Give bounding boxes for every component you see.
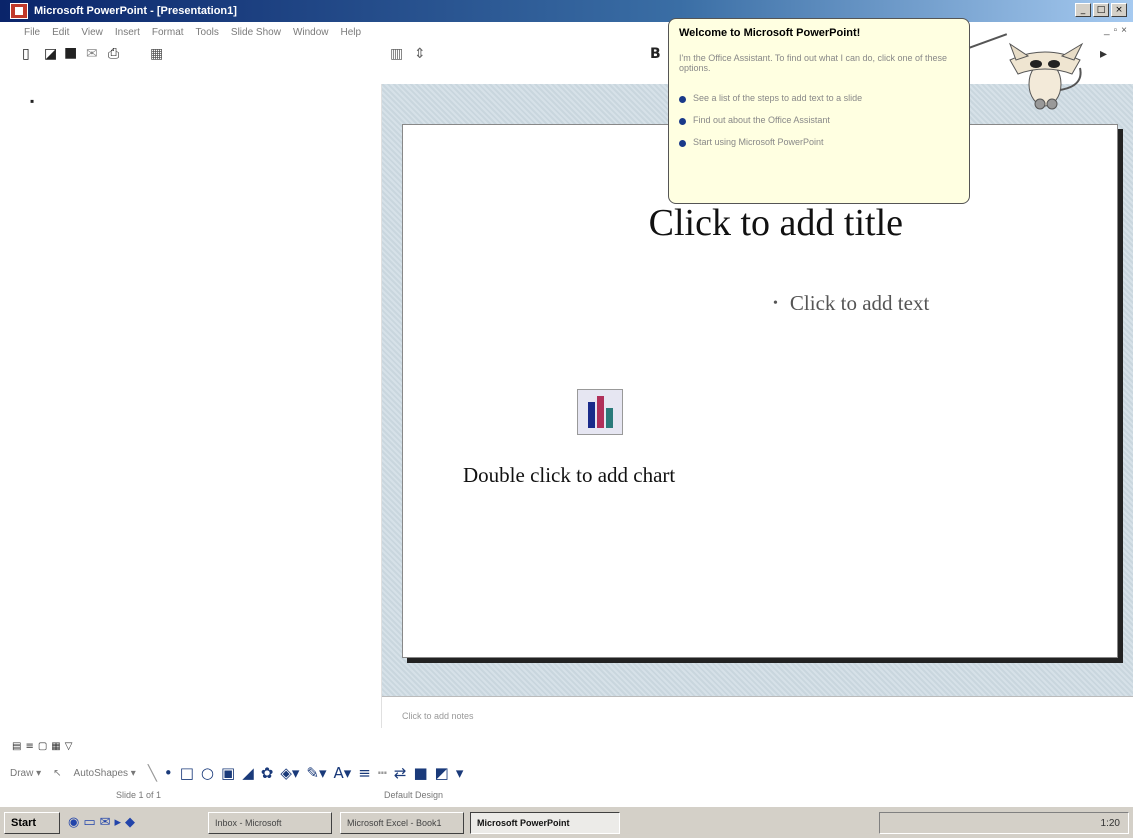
line-tool-icon[interactable]: ╲ (148, 764, 157, 782)
outline-pane[interactable]: ▪ (0, 84, 382, 728)
more-buttons-icon[interactable]: ▾ (456, 764, 464, 782)
slide-view-icon[interactable]: ▢ (38, 741, 47, 752)
assistant-options: See a list of the steps to add text to a… (679, 93, 961, 159)
menu-help[interactable]: Help (341, 27, 362, 38)
chart-bar-blue (588, 402, 595, 428)
document-window-controls: _ ▫ × (1104, 25, 1127, 36)
new-document-icon[interactable]: ▯ (22, 46, 30, 62)
status-bar: Slide 1 of 1 Default Design (0, 786, 1133, 806)
menu-tools[interactable]: Tools (196, 27, 219, 38)
menu-view[interactable]: View (81, 27, 103, 38)
document-minimize-button[interactable]: _ (1104, 25, 1110, 36)
shadow-icon[interactable]: ■ (413, 764, 427, 782)
title-placeholder[interactable]: Click to add title (403, 201, 1117, 245)
zoom-icon[interactable]: ⇕ (414, 46, 426, 62)
taskbar-button-excel-label: Microsoft Excel - Book1 (347, 818, 442, 828)
rectangle-tool-icon[interactable]: □ (180, 764, 194, 782)
assistant-title: Welcome to Microsoft PowerPoint! (679, 27, 861, 39)
normal-view-icon[interactable]: ▤ (12, 741, 21, 752)
taskbar-button-powerpoint[interactable]: Microsoft PowerPoint (470, 812, 620, 834)
oval-tool-icon[interactable]: ○ (201, 764, 214, 782)
taskbar: Start ◉▭✉▸◆ Inbox - Microsoft Microsoft … (0, 806, 1133, 838)
office-assistant-cat-icon[interactable] (1000, 40, 1090, 114)
design-name: Default Design (384, 790, 444, 800)
slide-canvas[interactable]: Click to add title • Click to add text Do… (402, 124, 1118, 658)
chart-placeholder-label[interactable]: Double click to add chart (463, 463, 675, 488)
taskbar-button-excel[interactable]: Microsoft Excel - Book1 (340, 812, 464, 834)
textbox-tool-icon[interactable]: ▣ (221, 764, 235, 782)
menu-insert[interactable]: Insert (115, 27, 140, 38)
menu-file[interactable]: File (24, 27, 40, 38)
close-button[interactable]: × (1111, 3, 1127, 17)
assistant-option[interactable]: Start using Microsoft PowerPoint (679, 137, 961, 147)
insert-table-icon[interactable]: ▥ (390, 46, 403, 62)
bullet-marker: • (773, 296, 778, 311)
text-placeholder-label: Click to add text (789, 291, 930, 315)
start-button[interactable]: Start (4, 812, 60, 834)
print-icon[interactable]: ⎙ (108, 46, 119, 62)
taskbar-button-powerpoint-label: Microsoft PowerPoint (477, 818, 570, 828)
assistant-subtitle: I'm the Office Assistant. To find out wh… (679, 53, 948, 73)
clipart-tool-icon[interactable]: ✿ (261, 764, 274, 782)
window-title: Microsoft PowerPoint - [Presentation1] (34, 5, 237, 17)
chart-bar-red (597, 396, 604, 428)
chart-bar-teal (606, 408, 613, 428)
wordart-tool-icon[interactable]: ◢ (242, 764, 254, 782)
window-controls: _ □ × (1075, 3, 1127, 17)
menu-format[interactable]: Format (152, 27, 184, 38)
spelling-icon[interactable]: ▦ (150, 46, 163, 62)
slide-thumbnail-icon[interactable]: ▪ (30, 94, 34, 108)
arrow-tool-icon[interactable]: • (164, 764, 173, 782)
fill-color-icon[interactable]: ◈▾ (280, 764, 299, 782)
slide-show-icon[interactable]: ▽ (65, 741, 73, 752)
tray-clock[interactable]: 1:20 (1101, 818, 1120, 829)
slide-indicator: Slide 1 of 1 (116, 790, 162, 800)
slide-sorter-view-icon[interactable]: ▦ (51, 741, 60, 752)
text-placeholder[interactable]: • Click to add text (773, 291, 929, 316)
assistant-option[interactable]: Find out about the Office Assistant (679, 115, 961, 125)
chart-placeholder-icon[interactable] (577, 389, 623, 435)
notes-placeholder[interactable]: Click to add notes (402, 711, 474, 721)
taskbar-button-outlook[interactable]: Inbox - Microsoft (208, 812, 332, 834)
line-style-icon[interactable]: ≡ (358, 764, 371, 782)
dash-style-icon[interactable]: ┅ (378, 764, 387, 782)
draw-menu-button[interactable]: Draw ▾ (10, 768, 41, 779)
menu-window[interactable]: Window (293, 27, 329, 38)
font-color-icon[interactable]: A▾ (334, 764, 352, 782)
minimize-button[interactable]: _ (1075, 3, 1091, 17)
start-label: Start (11, 817, 37, 829)
select-objects-icon[interactable]: ↖ (53, 768, 61, 779)
line-color-icon[interactable]: ✎▾ (306, 764, 326, 782)
email-icon[interactable]: ✉ (86, 46, 98, 62)
system-tray: 1:20 (879, 812, 1129, 834)
document-close-button[interactable]: × (1121, 25, 1127, 36)
drawing-toolbar: Draw ▾ ↖ AutoShapes ▾ ╲ • □ ○ ▣ ◢ ✿ ◈▾ ✎… (0, 760, 1133, 786)
menu-slide-show[interactable]: Slide Show (231, 27, 281, 38)
drawing-tools: ╲ • □ ○ ▣ ◢ ✿ ◈▾ ✎▾ A▾ ≡ ┅ ⇄ ■ ◩ ▾ (148, 764, 464, 782)
notes-pane[interactable]: Click to add notes (382, 696, 1133, 738)
maximize-button[interactable]: □ (1093, 3, 1109, 17)
3d-icon[interactable]: ◩ (435, 764, 449, 782)
bold-icon[interactable]: B (650, 46, 661, 62)
quick-launch-icons[interactable]: ◉▭✉▸◆ (68, 815, 139, 830)
office-assistant-balloon: Welcome to Microsoft PowerPoint! I'm the… (668, 18, 970, 204)
open-folder-icon[interactable]: ◪ (44, 46, 57, 62)
menu-edit[interactable]: Edit (52, 27, 69, 38)
taskbar-button-outlook-label: Inbox - Microsoft (215, 818, 282, 828)
arrow-style-icon[interactable]: ⇄ (394, 764, 407, 782)
view-buttons: ▤ ≡ ▢ ▦ ▽ (12, 741, 72, 752)
powerpoint-app-icon[interactable] (10, 3, 28, 19)
toolbar-overflow-icon[interactable]: ▸ (1100, 46, 1107, 62)
document-restore-button[interactable]: ▫ (1114, 25, 1118, 36)
save-icon[interactable]: ■ (64, 45, 77, 61)
assistant-option[interactable]: See a list of the steps to add text to a… (679, 93, 961, 103)
autoshapes-menu-button[interactable]: AutoShapes ▾ (74, 768, 136, 779)
outline-view-icon[interactable]: ≡ (25, 741, 33, 752)
